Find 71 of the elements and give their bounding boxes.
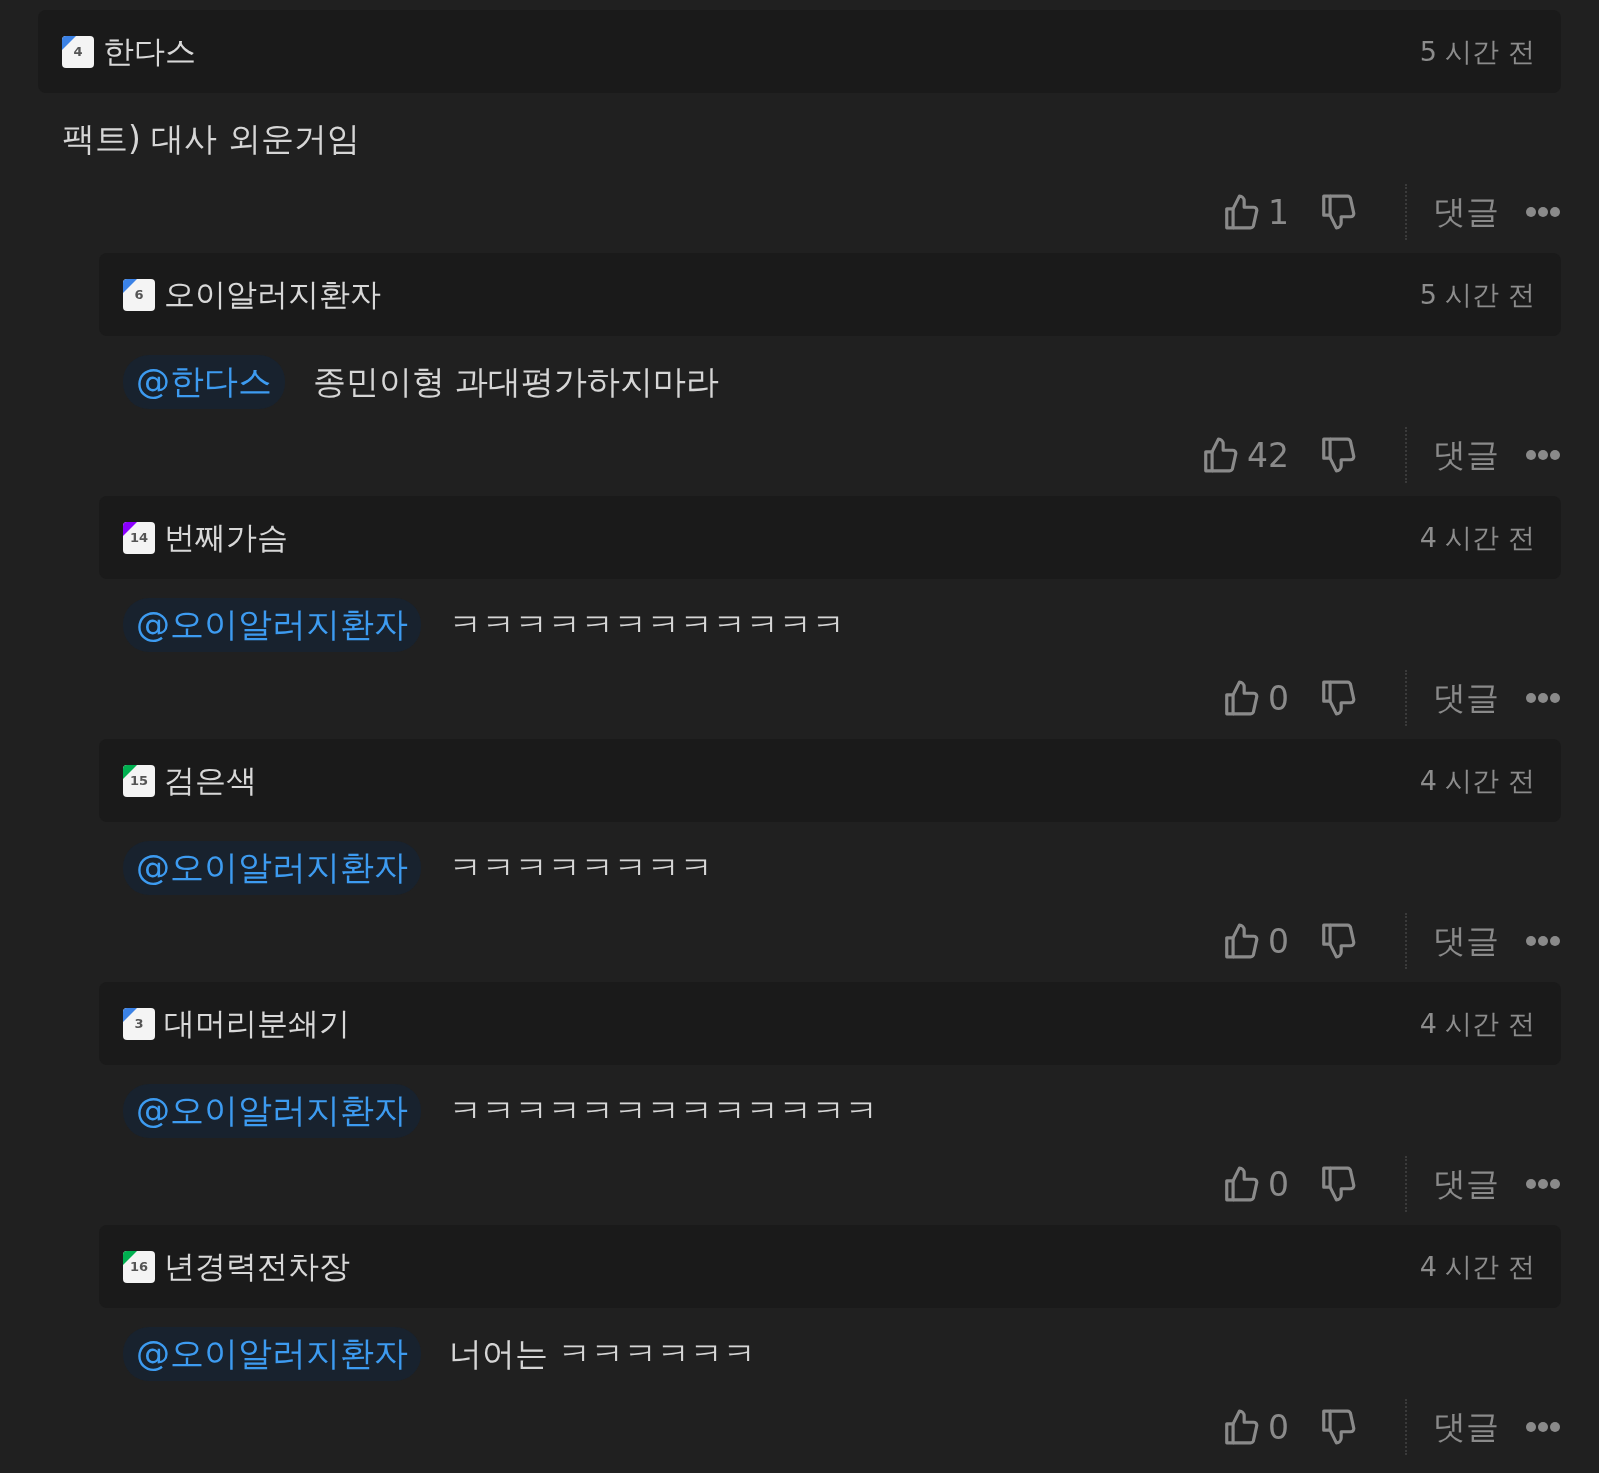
more-icon bbox=[1525, 935, 1561, 947]
username[interactable]: 한다스 bbox=[103, 30, 196, 73]
comment-text: ㅋㅋㅋㅋㅋㅋㅋㅋㅋㅋㅋㅋㅋ bbox=[449, 1089, 878, 1132]
username[interactable]: 오이알러지환자 bbox=[164, 273, 381, 316]
like-button[interactable]: 0 bbox=[1222, 1164, 1289, 1204]
comment-text: 너어는 ㅋㅋㅋㅋㅋㅋ bbox=[449, 1332, 757, 1375]
mention-chip[interactable]: @한다스 bbox=[123, 355, 285, 409]
dislike-button[interactable] bbox=[1319, 922, 1357, 960]
thumbs-up-icon bbox=[1222, 1165, 1260, 1203]
comment-text: ㅋㅋㅋㅋㅋㅋㅋㅋ bbox=[449, 846, 713, 889]
more-button[interactable] bbox=[1525, 692, 1561, 704]
like-button[interactable]: 1 bbox=[1222, 192, 1289, 232]
more-button[interactable] bbox=[1525, 1178, 1561, 1190]
thumbs-up-icon bbox=[1222, 193, 1260, 231]
more-button[interactable] bbox=[1525, 206, 1561, 218]
level-badge: 4 bbox=[62, 35, 94, 68]
thumbs-up-icon bbox=[1222, 922, 1260, 960]
timestamp: 4 시간 전 bbox=[1419, 520, 1535, 555]
reply-button[interactable]: 댓글 bbox=[1433, 1161, 1499, 1207]
like-button[interactable]: 0 bbox=[1222, 921, 1289, 961]
more-icon bbox=[1525, 1178, 1561, 1190]
more-icon bbox=[1525, 692, 1561, 704]
thumbs-down-icon bbox=[1319, 436, 1357, 474]
reply-button[interactable]: 댓글 bbox=[1433, 432, 1499, 478]
more-button[interactable] bbox=[1525, 1421, 1561, 1433]
like-button[interactable]: 0 bbox=[1222, 1407, 1289, 1447]
reply-button[interactable]: 댓글 bbox=[1433, 189, 1499, 235]
thumbs-down-icon bbox=[1319, 922, 1357, 960]
like-button[interactable]: 42 bbox=[1201, 435, 1289, 475]
reply-button[interactable]: 댓글 bbox=[1433, 918, 1499, 964]
level-badge: 3 bbox=[123, 1007, 155, 1040]
comment-text: ㅋㅋㅋㅋㅋㅋㅋㅋㅋㅋㅋㅋ bbox=[449, 603, 845, 646]
timestamp: 4 시간 전 bbox=[1419, 1249, 1535, 1284]
more-icon bbox=[1525, 449, 1561, 461]
timestamp: 5 시간 전 bbox=[1419, 34, 1535, 69]
dislike-button[interactable] bbox=[1319, 436, 1357, 474]
username[interactable]: 번째가슴 bbox=[164, 516, 288, 559]
thumbs-down-icon bbox=[1319, 193, 1357, 231]
mention-chip[interactable]: @오이알러지환자 bbox=[123, 1327, 421, 1381]
thumbs-up-icon bbox=[1222, 679, 1260, 717]
dislike-button[interactable] bbox=[1319, 1165, 1357, 1203]
mention-chip[interactable]: @오이알러지환자 bbox=[123, 841, 421, 895]
mention-chip[interactable]: @오이알러지환자 bbox=[123, 1084, 421, 1138]
more-button[interactable] bbox=[1525, 935, 1561, 947]
level-badge: 16 bbox=[123, 1250, 155, 1283]
dislike-button[interactable] bbox=[1319, 193, 1357, 231]
more-icon bbox=[1525, 1421, 1561, 1433]
thumbs-down-icon bbox=[1319, 679, 1357, 717]
thumbs-up-icon bbox=[1201, 436, 1239, 474]
username[interactable]: 년경력전차장 bbox=[164, 1245, 350, 1288]
dislike-button[interactable] bbox=[1319, 1408, 1357, 1446]
dislike-button[interactable] bbox=[1319, 679, 1357, 717]
timestamp: 4 시간 전 bbox=[1419, 763, 1535, 798]
thumbs-down-icon bbox=[1319, 1408, 1357, 1446]
like-button[interactable]: 0 bbox=[1222, 678, 1289, 718]
comment-text: 종민이형 과대평가하지마라 bbox=[313, 360, 720, 403]
reply-button[interactable]: 댓글 bbox=[1433, 675, 1499, 721]
username[interactable]: 대머리분쇄기 bbox=[164, 1002, 350, 1045]
timestamp: 5 시간 전 bbox=[1419, 277, 1535, 312]
level-badge: 15 bbox=[123, 764, 155, 797]
timestamp: 4 시간 전 bbox=[1419, 1006, 1535, 1041]
more-icon bbox=[1525, 206, 1561, 218]
comment-text: 팩트) 대사 외운거임 bbox=[62, 117, 360, 160]
level-badge: 6 bbox=[123, 278, 155, 311]
username[interactable]: 검은색 bbox=[164, 759, 257, 802]
level-badge: 14 bbox=[123, 521, 155, 554]
thumbs-down-icon bbox=[1319, 1165, 1357, 1203]
thumbs-up-icon bbox=[1222, 1408, 1260, 1446]
mention-chip[interactable]: @오이알러지환자 bbox=[123, 598, 421, 652]
more-button[interactable] bbox=[1525, 449, 1561, 461]
reply-button[interactable]: 댓글 bbox=[1433, 1404, 1499, 1450]
